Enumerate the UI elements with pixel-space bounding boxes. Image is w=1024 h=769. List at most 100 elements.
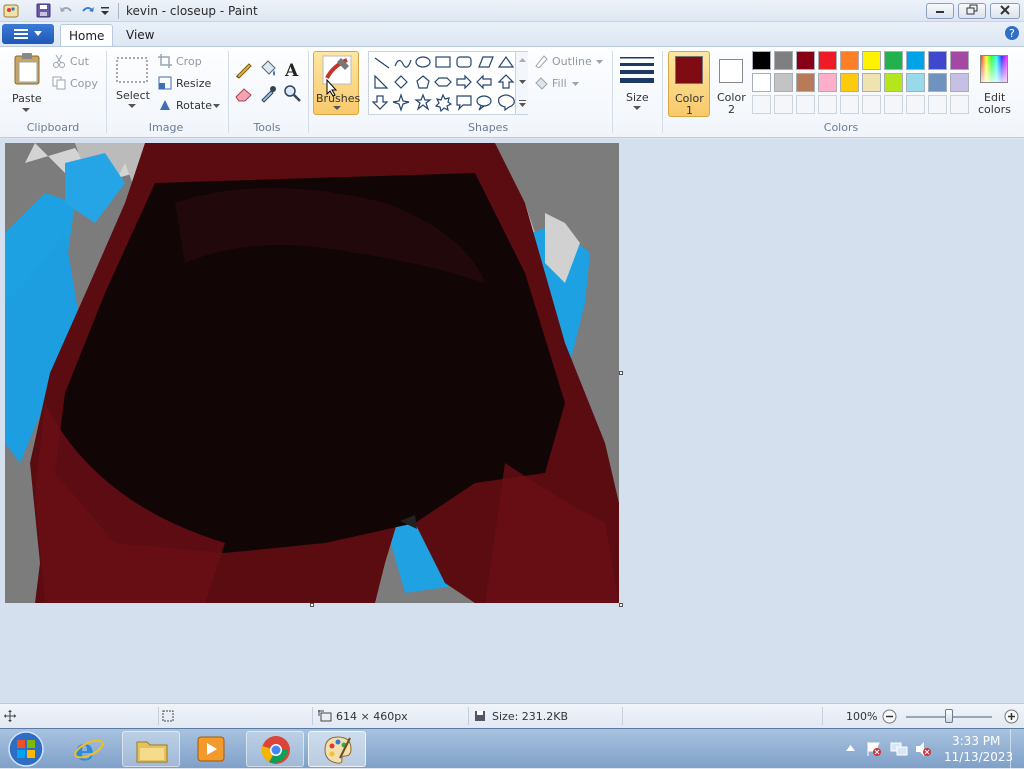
paste-button[interactable]: Paste (6, 50, 46, 116)
shapes-scrollbar[interactable] (515, 52, 528, 114)
resize-handle-corner[interactable] (619, 603, 623, 607)
palette-custom-slot[interactable] (818, 95, 837, 114)
undo-icon[interactable] (58, 3, 74, 19)
palette-swatch[interactable] (774, 51, 793, 70)
drawing-canvas[interactable] (5, 143, 619, 603)
zoom-slider-thumb[interactable] (945, 709, 953, 723)
color-picker-icon[interactable] (258, 83, 278, 103)
rotate-button[interactable]: Rotate (158, 97, 222, 115)
palette-swatch[interactable] (818, 73, 837, 92)
redo-icon[interactable] (80, 3, 96, 19)
palette-swatch[interactable] (796, 73, 815, 92)
color1-button[interactable]: Color 1 (668, 51, 710, 117)
mouse-cursor-icon (326, 79, 338, 97)
cut-button[interactable]: Cut (52, 53, 102, 71)
network-icon[interactable] (890, 741, 908, 757)
color2-number: 2 (728, 103, 735, 116)
chevron-down-icon (213, 104, 220, 108)
resize-handle-right[interactable] (619, 371, 623, 375)
tab-home[interactable]: Home (60, 24, 114, 46)
palette-swatch[interactable] (928, 51, 947, 70)
chevron-down-icon (22, 108, 30, 112)
size-button[interactable]: Size (618, 51, 656, 115)
status-separator (468, 707, 469, 725)
taskbar-paint[interactable] (308, 731, 366, 767)
palette-swatch[interactable] (862, 73, 881, 92)
rainbow-icon (980, 55, 1008, 83)
edit-colors-button[interactable]: Edit colors (974, 51, 1014, 117)
palette-swatch[interactable] (840, 51, 859, 70)
show-desktop-button[interactable] (1010, 729, 1024, 769)
crop-label: Crop (176, 55, 202, 68)
palette-swatch[interactable] (840, 73, 859, 92)
palette-custom-slot[interactable] (752, 95, 771, 114)
internet-explorer-icon[interactable]: e (72, 732, 106, 766)
file-menu-button[interactable] (2, 24, 54, 44)
palette-swatch[interactable] (796, 51, 815, 70)
image-dimensions-icon (318, 710, 332, 722)
clipboard-icon (14, 53, 40, 85)
outline-dropdown[interactable]: Outline (534, 53, 610, 71)
palette-swatch[interactable] (950, 51, 969, 70)
palette-custom-slot[interactable] (928, 95, 947, 114)
zoom-in-icon[interactable] (1004, 709, 1019, 724)
copy-button[interactable]: Copy (52, 75, 102, 93)
fill-icon (535, 77, 548, 90)
text-tool-icon[interactable]: A (282, 59, 302, 79)
palette-swatch[interactable] (928, 73, 947, 92)
shapes-gallery-icons (371, 55, 515, 112)
palette-swatch[interactable] (774, 73, 793, 92)
eraser-icon[interactable] (234, 83, 254, 103)
palette-custom-slot[interactable] (840, 95, 859, 114)
start-button-icon[interactable] (6, 730, 46, 768)
taskbar-explorer[interactable] (122, 731, 180, 767)
palette-custom-slot[interactable] (796, 95, 815, 114)
tools-group-label: Tools (253, 121, 281, 134)
volume-muted-icon[interactable] (914, 741, 932, 757)
pencil-icon[interactable] (234, 59, 254, 79)
minimize-button[interactable] (926, 3, 954, 19)
close-button[interactable] (990, 3, 1020, 19)
palette-custom-slot[interactable] (950, 95, 969, 114)
rotate-label: Rotate (176, 99, 213, 112)
color2-button[interactable]: Color 2 (712, 51, 752, 117)
action-center-flag-icon[interactable] (866, 741, 882, 757)
resize-handle-bottom[interactable] (310, 603, 314, 607)
palette-swatch[interactable] (752, 51, 771, 70)
magnifier-icon[interactable] (282, 83, 302, 103)
palette-swatch[interactable] (884, 51, 903, 70)
resize-button[interactable]: Resize (158, 75, 218, 93)
zoom-out-icon[interactable] (882, 709, 897, 724)
select-button[interactable]: Select (112, 53, 152, 115)
fill-bucket-icon[interactable] (258, 59, 278, 79)
paint-app-icon[interactable] (3, 3, 19, 19)
brushes-label: Brushes (316, 92, 361, 105)
palette-custom-slot[interactable] (774, 95, 793, 114)
media-player-icon[interactable] (196, 735, 226, 763)
restore-button[interactable] (958, 3, 986, 19)
palette-swatch[interactable] (752, 73, 771, 92)
fill-dropdown[interactable]: Fill (534, 75, 594, 93)
palette-swatch[interactable] (862, 51, 881, 70)
palette-custom-slot[interactable] (862, 95, 881, 114)
palette-swatch[interactable] (906, 51, 925, 70)
zoom-level: 100% (846, 710, 878, 723)
show-hidden-icons-icon[interactable] (846, 745, 855, 751)
customize-toolbar-icon[interactable] (99, 3, 115, 19)
save-icon[interactable] (36, 3, 52, 19)
palette-custom-slot[interactable] (906, 95, 925, 114)
palette-swatch[interactable] (884, 73, 903, 92)
taskbar-chrome[interactable] (246, 731, 304, 767)
paint-palette-icon (324, 736, 352, 764)
palette-swatch[interactable] (906, 73, 925, 92)
canvas-workspace[interactable] (0, 139, 1024, 703)
tab-view[interactable]: View (118, 24, 162, 46)
crop-button[interactable]: Crop (158, 53, 218, 71)
disk-icon (475, 711, 485, 721)
group-separator (308, 51, 309, 133)
palette-custom-slot[interactable] (884, 95, 903, 114)
palette-swatch[interactable] (950, 73, 969, 92)
crop-icon (158, 54, 172, 68)
palette-swatch[interactable] (818, 51, 837, 70)
help-icon[interactable]: ? (1004, 25, 1020, 41)
